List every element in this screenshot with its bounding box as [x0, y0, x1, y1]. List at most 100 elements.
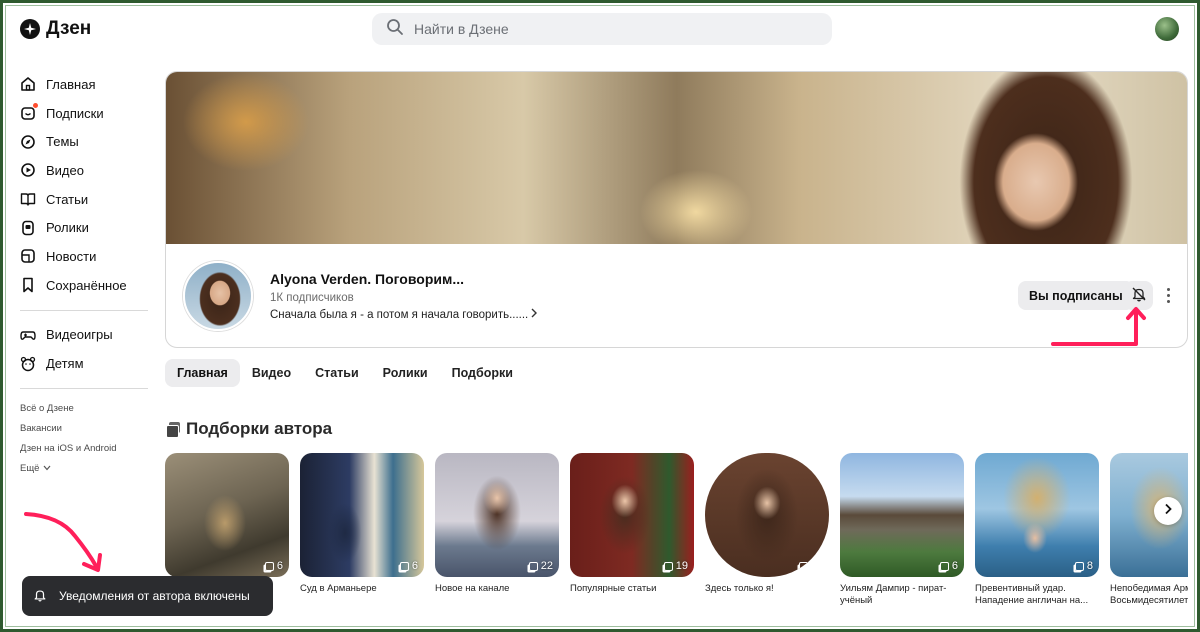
subscribed-button[interactable]: Вы подписаны: [1018, 281, 1134, 310]
channel-description[interactable]: Сначала была я - а потом я начала говори…: [270, 308, 538, 321]
more-dot: [1166, 294, 1170, 297]
stack-icon: [798, 561, 808, 571]
collection-card[interactable]: 22 Новое на канале: [435, 453, 559, 595]
collection-card[interactable]: 6 Суд в Арманьере: [300, 453, 424, 595]
collection-card[interactable]: 8 Превентивный удар. Нападение англичан …: [975, 453, 1099, 607]
collections-icon: [166, 422, 180, 438]
item-count: 6: [264, 560, 283, 572]
collection-thumbnail: 6: [840, 453, 964, 577]
notifications-toggle-button[interactable]: [1124, 281, 1153, 310]
sidebar-item-saved[interactable]: Сохранённое: [20, 271, 150, 300]
collection-title: Популярные статьи: [570, 583, 657, 594]
item-count: 22: [528, 560, 553, 572]
sidebar-item-label: Главная: [46, 76, 96, 92]
more-options-button[interactable]: [1160, 281, 1176, 310]
carousel-next-button[interactable]: [1154, 497, 1182, 525]
footer-link-about[interactable]: Всё о Дзене: [20, 399, 150, 419]
sidebar-item-label: Видеоигры: [46, 327, 113, 343]
compass-icon: [20, 134, 36, 150]
collection-card[interactable]: 20 Здесь только я!: [705, 453, 829, 595]
sidebar-item-video[interactable]: Видео: [20, 156, 150, 185]
channel-avatar[interactable]: [183, 261, 253, 331]
sidebar-item-articles[interactable]: Статьи: [20, 185, 150, 214]
book-icon: [20, 191, 36, 207]
sidebar-item-label: Ролики: [46, 220, 89, 236]
stack-icon: [939, 561, 949, 571]
channel-banner: [166, 72, 1187, 244]
chevron-right-icon: [530, 308, 538, 321]
toast-text: Уведомления от автора включены: [59, 589, 250, 603]
channel-card: Alyona Verden. Поговорим... 1К подписчик…: [165, 71, 1188, 348]
search-input[interactable]: [414, 21, 794, 37]
tab-video[interactable]: Видео: [240, 359, 303, 387]
search-icon: [386, 18, 404, 41]
sidebar-item-home[interactable]: Главная: [20, 70, 150, 99]
sidebar-item-label: Темы: [46, 134, 79, 150]
tab-clips[interactable]: Ролики: [371, 359, 440, 387]
gamepad-icon: [20, 327, 36, 343]
bell-off-icon: [1131, 286, 1147, 305]
footer-link-more[interactable]: Ещё: [20, 459, 150, 479]
collection-card[interactable]: 6: [165, 453, 289, 583]
collection-title: Превентивный удар. Нападение англичан на…: [975, 583, 1089, 606]
sidebar-item-kids[interactable]: Детям: [20, 349, 150, 378]
footer-link-apps[interactable]: Дзен на iOS и Android: [20, 439, 150, 459]
clips-icon: [20, 220, 36, 236]
tab-home[interactable]: Главная: [165, 359, 240, 387]
sidebar-divider: [20, 387, 148, 389]
subscriptions-icon: [20, 103, 38, 121]
sidebar-divider: [20, 309, 148, 311]
item-count: 19: [663, 560, 688, 572]
channel-name[interactable]: Alyona Verden. Поговорим...: [270, 271, 464, 287]
more-dot: [1166, 288, 1170, 291]
item-count: 6: [939, 560, 958, 572]
collection-thumbnail: 20: [705, 453, 829, 577]
sidebar-item-news[interactable]: Новости: [20, 242, 150, 271]
collection-title: Суд в Арманьере: [300, 583, 377, 594]
chevron-down-icon: [43, 463, 51, 474]
dzen-logo-icon: [20, 19, 40, 39]
user-avatar[interactable]: [1155, 17, 1179, 41]
stack-icon: [399, 561, 409, 571]
stack-icon: [528, 561, 538, 571]
bookmark-icon: [20, 277, 36, 293]
tab-collections[interactable]: Подборки: [440, 359, 525, 387]
collection-title: Новое на канале: [435, 583, 510, 594]
collection-thumbnail: 6: [165, 453, 289, 577]
channel-profile: Alyona Verden. Поговорим... 1К подписчик…: [166, 244, 1187, 347]
collection-thumbnail: 6: [300, 453, 424, 577]
sidebar-item-clips[interactable]: Ролики: [20, 213, 150, 242]
collection-card[interactable]: 19 Популярные статьи: [570, 453, 694, 595]
sidebar-item-label: Видео: [46, 162, 84, 178]
subscriber-count: 1К подписчиков: [270, 292, 354, 304]
collection-card[interactable]: 6 Уильям Дампир - пират-учёный: [840, 453, 964, 607]
search-bar[interactable]: [372, 13, 832, 45]
tab-articles[interactable]: Статьи: [303, 359, 371, 387]
stack-icon: [264, 561, 274, 571]
sidebar: Главная Подписки Темы Видео Статьи Ролик…: [20, 70, 150, 479]
sidebar-item-topics[interactable]: Темы: [20, 127, 150, 156]
sidebar-item-label: Новости: [46, 248, 97, 264]
sidebar-item-videogames[interactable]: Видеоигры: [20, 321, 150, 350]
dzen-logo[interactable]: Дзен: [20, 18, 91, 40]
home-icon: [20, 76, 36, 92]
sidebar-item-label: Детям: [46, 356, 84, 372]
annotation-arrow-toast: [24, 512, 102, 572]
more-dot: [1166, 300, 1170, 303]
news-icon: [20, 248, 36, 264]
sidebar-item-subscriptions[interactable]: Подписки: [20, 99, 150, 128]
stack-icon: [663, 561, 673, 571]
footer-link-jobs[interactable]: Вакансии: [20, 419, 150, 439]
item-count: 8: [1074, 560, 1093, 572]
collection-title: Непобедимая Армада. Восьмидесятилетня...: [1110, 583, 1188, 606]
logo-text: Дзен: [46, 18, 92, 39]
stack-icon: [1074, 561, 1084, 571]
collections-carousel: 6 6 Суд в Арманьере 22 Новое на канале 1…: [165, 453, 1188, 613]
notification-toast: Уведомления от автора включены: [22, 576, 273, 616]
collection-card[interactable]: Непобедимая Армада. Восьмидесятилетня...: [1110, 453, 1188, 607]
sidebar-item-label: Подписки: [46, 105, 104, 121]
play-icon: [20, 162, 36, 178]
bell-icon: [33, 588, 47, 605]
sidebar-item-label: Статьи: [46, 191, 89, 207]
collection-title: Уильям Дампир - пират-учёный: [840, 583, 947, 606]
